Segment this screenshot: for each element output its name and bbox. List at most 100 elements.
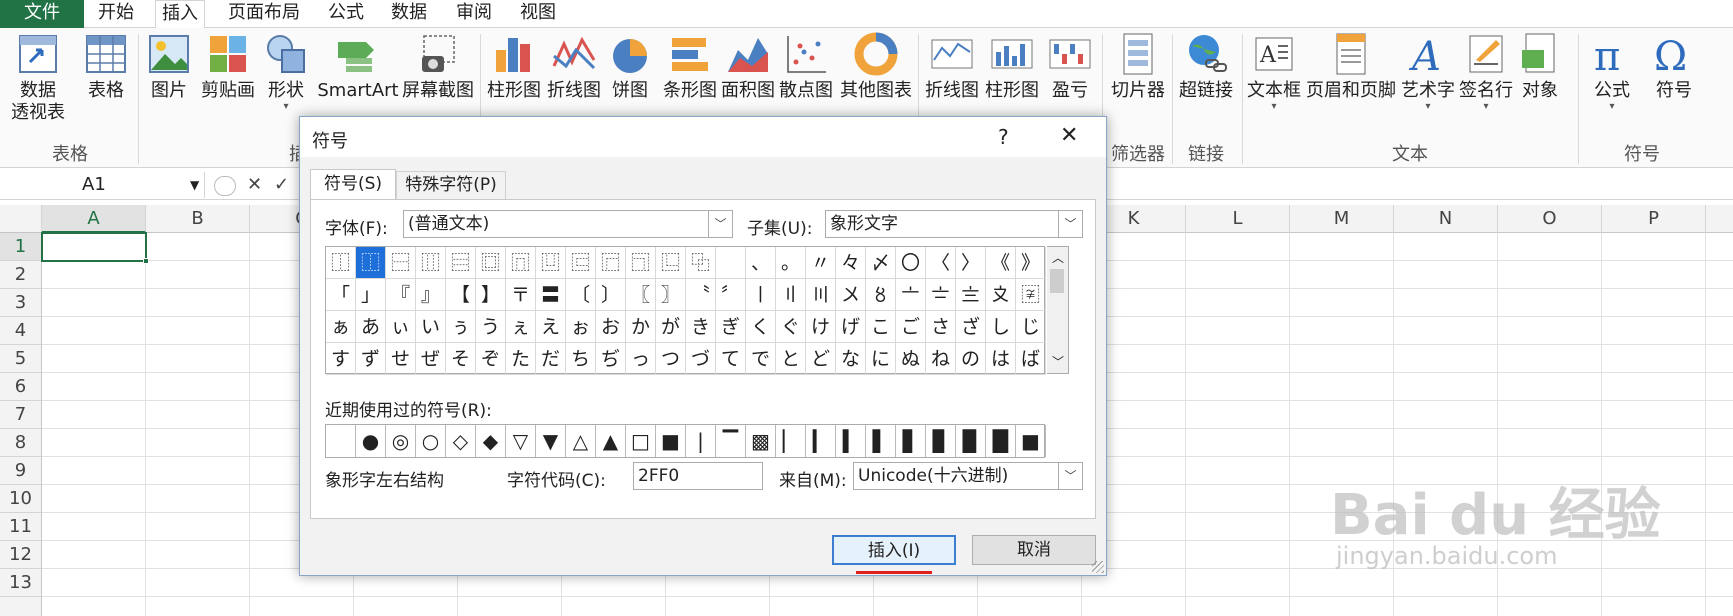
symbol-cell[interactable]: け [806, 311, 836, 343]
symbol-cell[interactable]: ぇ [506, 311, 536, 343]
recent-symbol-cell[interactable]: ▊ [926, 425, 956, 457]
scroll-up-icon[interactable]: ︿ [1052, 249, 1064, 266]
fill-handle[interactable] [143, 258, 149, 264]
symbol-cell[interactable]: ⿴ [476, 247, 506, 279]
recent-symbol-cell[interactable]: ▋ [896, 425, 926, 457]
symbol-cell[interactable]: ⿰ [326, 247, 356, 279]
recent-symbol-cell[interactable]: ▲ [596, 425, 626, 457]
symbol-cell[interactable]: そ [446, 343, 476, 375]
confirm-entry-icon[interactable]: ✓ [274, 174, 289, 195]
row-header[interactable]: 2 [0, 261, 42, 289]
row-header[interactable]: 5 [0, 345, 42, 373]
symbol-cell[interactable]: ず [356, 343, 386, 375]
recent-symbol-cell[interactable] [326, 425, 356, 457]
symbol-cell[interactable]: た [506, 343, 536, 375]
symbol-cell[interactable]: ざ [956, 311, 986, 343]
symbol-cell[interactable]: じ [1016, 311, 1046, 343]
row-header[interactable]: 10 [0, 485, 42, 513]
pivot-table-button[interactable]: 数据 透视表 [6, 32, 70, 124]
scatter-chart-button[interactable]: 散点图 [778, 32, 834, 102]
symbol-cell[interactable]: 『 [386, 279, 416, 311]
symbol-cell[interactable]: 〩 [986, 279, 1016, 311]
column-header[interactable]: L [1186, 205, 1290, 233]
symbol-cell[interactable]: 〞 [716, 279, 746, 311]
symbol-cell[interactable]: 々 [836, 247, 866, 279]
recent-symbol-cell[interactable]: △ [566, 425, 596, 457]
symbol-cell[interactable]: す [326, 343, 356, 375]
symbol-cell[interactable]: は [986, 343, 1016, 375]
symbol-cell[interactable]: ぬ [896, 343, 926, 375]
symbol-cell[interactable]: っ [626, 343, 656, 375]
symbol-cell[interactable]: ぐ [776, 311, 806, 343]
symbol-grid-scrollbar[interactable]: ︿ ﹀ [1047, 246, 1069, 374]
symbol-cell[interactable]: の [956, 343, 986, 375]
symbol-cell[interactable]: い [416, 311, 446, 343]
tab-file[interactable]: 文件 [0, 0, 84, 28]
symbol-cell[interactable]: ⿱ [386, 247, 416, 279]
symbol-cell[interactable]: が [656, 311, 686, 343]
symbol-cell[interactable]: 〗 [656, 279, 686, 311]
symbol-cell[interactable]: 〢 [776, 279, 806, 311]
chevron-down-icon[interactable]: ▼ [190, 172, 199, 198]
cancel-entry-icon[interactable]: ✕ [247, 174, 262, 195]
symbol-cell[interactable]: づ [686, 343, 716, 375]
symbol-cell[interactable]: ⿻ [686, 247, 716, 279]
symbol-cell[interactable]: ぉ [566, 311, 596, 343]
tab-special-chars[interactable]: 特殊字符(P) [396, 171, 506, 199]
symbol-cell[interactable]: 〥 [866, 279, 896, 311]
symbol-cell[interactable]: ぁ [326, 311, 356, 343]
symbol-cell[interactable]: せ [386, 343, 416, 375]
symbol-cell[interactable]: ぢ [596, 343, 626, 375]
line-chart-button[interactable]: 折线图 [546, 32, 602, 102]
symbol-cell[interactable]: ⿸ [596, 247, 626, 279]
scroll-down-icon[interactable]: ﹀ [1052, 353, 1064, 370]
formula-bar-handle[interactable] [214, 176, 236, 196]
symbol-cell-selected[interactable]: ⿰ [356, 247, 386, 279]
symbol-grid[interactable]: ⿰⿰⿱⿲⿳⿴⿵⿶⿷⿸⿹⿺⿻ 、。〃々〆〇〈〉《》「」『』【】〒〓〔〕〖〗〝〞〡〢… [325, 246, 1046, 375]
other-charts-button[interactable]: 其他图表 [838, 32, 914, 102]
symbol-cell[interactable]: 〾 [1016, 279, 1046, 311]
symbol-cell[interactable]: ⿵ [506, 247, 536, 279]
bar-chart-button[interactable]: 条形图 [662, 32, 718, 102]
symbol-cell[interactable]: ぞ [476, 343, 506, 375]
symbol-cell[interactable]: 【 [446, 279, 476, 311]
symbol-cell[interactable]: な [836, 343, 866, 375]
symbol-cell[interactable]: 〆 [866, 247, 896, 279]
area-chart-button[interactable]: 面积图 [720, 32, 776, 102]
table-button[interactable]: 表格 [80, 32, 132, 102]
symbol-cell[interactable]: 〖 [626, 279, 656, 311]
recent-symbol-cell[interactable]: ▌ [866, 425, 896, 457]
sparkline-column-button[interactable]: 柱形图 [984, 32, 1040, 102]
symbol-cell[interactable]: ば [1016, 343, 1046, 375]
symbol-cell[interactable]: あ [356, 311, 386, 343]
symbol-cell[interactable]: 】 [476, 279, 506, 311]
symbol-cell[interactable]: さ [926, 311, 956, 343]
symbol-cell[interactable]: ぃ [386, 311, 416, 343]
scroll-thumb[interactable] [1050, 269, 1064, 293]
symbol-cell[interactable]: 》 [1016, 247, 1046, 279]
recent-symbol-cell[interactable]: | [686, 425, 716, 457]
dialog-titlebar[interactable]: 符号 ? ✕ [300, 117, 1106, 157]
shapes-button[interactable]: 形状 ▾ [264, 32, 308, 112]
recent-symbol-cell[interactable]: ● [356, 425, 386, 457]
symbol-cell[interactable]: ぜ [416, 343, 446, 375]
symbol-cell[interactable]: え [536, 311, 566, 343]
row-header[interactable]: 3 [0, 289, 42, 317]
column-header[interactable]: P [1602, 205, 1706, 233]
insert-button[interactable]: 插入(I) [832, 535, 956, 565]
recent-symbol-cell[interactable]: ▍ [836, 425, 866, 457]
symbol-cell[interactable]: 〧 [926, 279, 956, 311]
symbol-cell[interactable]: 〃 [806, 247, 836, 279]
recent-symbol-cell[interactable]: ▼ [536, 425, 566, 457]
recent-symbol-cell[interactable]: ▔ [716, 425, 746, 457]
wordart-button[interactable]: A 艺术字 ▾ [1400, 32, 1456, 112]
resize-grip[interactable] [1092, 561, 1104, 573]
symbol-cell[interactable]: ね [926, 343, 956, 375]
tab-home[interactable]: 开始 [92, 0, 140, 28]
symbol-cell[interactable]: ⿲ [416, 247, 446, 279]
row-header[interactable]: 4 [0, 317, 42, 345]
recent-symbol-cell[interactable]: ■ [1016, 425, 1046, 457]
smartart-button[interactable]: SmartArt [316, 32, 400, 102]
pie-chart-button[interactable]: 饼图 [608, 32, 652, 102]
recent-symbol-cell[interactable]: ◇ [446, 425, 476, 457]
